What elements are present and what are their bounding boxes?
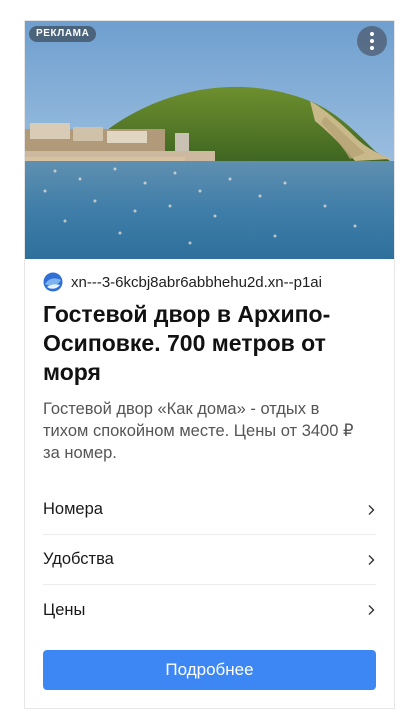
sitelink-label: Удобства	[43, 550, 114, 568]
beach-photo	[25, 21, 394, 259]
ad-card[interactable]: РЕКЛАМА xn---3-6kcbj8abr6abbhehu2d.xn--p…	[24, 20, 395, 709]
chevron-right-icon	[368, 504, 375, 515]
chevron-right-icon	[368, 554, 375, 565]
domain-row[interactable]: xn---3-6kcbj8abr6abbhehu2d.xn--p1ai	[43, 272, 322, 292]
more-vertical-icon[interactable]	[357, 26, 387, 56]
sitelinks: Номера Удобства Цены	[43, 485, 376, 635]
ad-badge: РЕКЛАМА	[29, 26, 97, 42]
more-details-button[interactable]: Подробнее	[43, 650, 376, 690]
ad-title[interactable]: Гостевой двор в Архипо-Осиповке. 700 мет…	[43, 300, 378, 387]
sitelink-amenities[interactable]: Удобства	[43, 535, 376, 585]
ad-description: Гостевой двор «Как дома» - отдых в тихом…	[43, 400, 354, 462]
sitelink-label: Номера	[43, 500, 103, 518]
sitelink-rooms[interactable]: Номера	[43, 485, 376, 535]
site-favicon-icon	[43, 272, 63, 292]
sitelink-prices[interactable]: Цены	[43, 585, 376, 635]
ad-image[interactable]: РЕКЛАМА	[25, 21, 394, 259]
chevron-right-icon	[368, 605, 375, 615]
sitelink-label: Цены	[43, 600, 86, 619]
site-domain: xn---3-6kcbj8abr6abbhehu2d.xn--p1ai	[71, 273, 322, 291]
